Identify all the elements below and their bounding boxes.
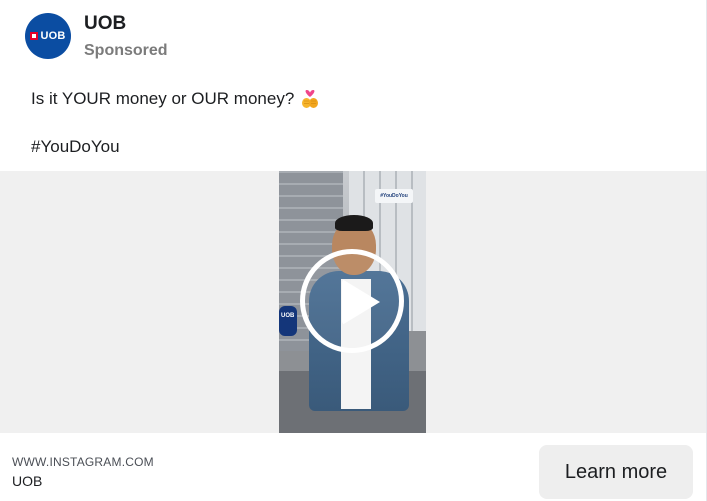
sponsored-label[interactable]: Sponsored <box>84 42 168 60</box>
avatar-text: UOB <box>40 30 66 42</box>
page-name[interactable]: UOB <box>84 13 126 35</box>
ad-footer[interactable]: WWW.INSTAGRAM.COM UOB Learn more <box>0 433 706 501</box>
post-header: UOB UOB Sponsored <box>0 0 706 70</box>
video-sign: #YouDoYou <box>375 189 413 203</box>
uob-logo: UOB <box>30 30 65 42</box>
video-area[interactable]: #YouDoYou UOB <box>0 171 706 433</box>
play-button[interactable] <box>300 249 404 353</box>
learn-more-button[interactable]: Learn more <box>539 445 693 499</box>
heart-hands-emoji-icon <box>300 89 320 109</box>
ad-card: UOB UOB Sponsored Is it YOUR money or OU… <box>0 0 707 501</box>
avatar[interactable]: UOB <box>25 13 71 59</box>
play-icon <box>342 279 380 325</box>
mic-label: UOB <box>281 313 295 319</box>
video-person-hair <box>335 215 373 231</box>
uob-logo-mark-icon <box>30 32 39 40</box>
advertiser-name[interactable]: UOB <box>12 473 42 489</box>
caption-text: Is it YOUR money or OUR money? <box>31 89 295 108</box>
link-domain[interactable]: WWW.INSTAGRAM.COM <box>12 455 154 469</box>
microphone-icon <box>279 306 297 336</box>
hashtag-link[interactable]: #YouDoYou <box>31 137 120 157</box>
post-caption: Is it YOUR money or OUR money? <box>31 89 320 109</box>
